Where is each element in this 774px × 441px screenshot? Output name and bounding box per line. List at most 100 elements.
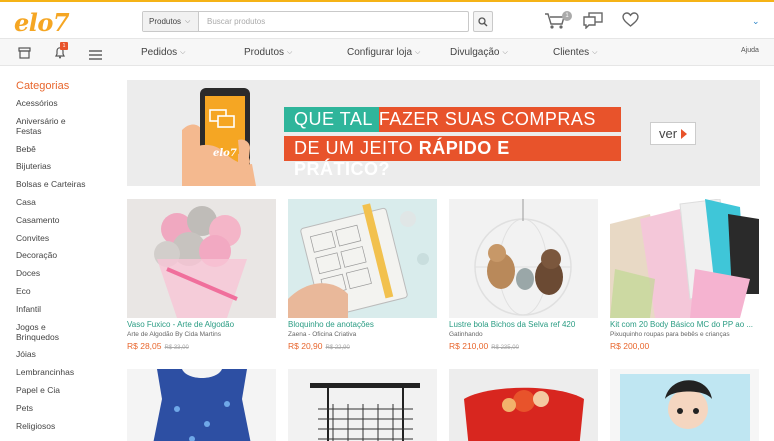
- nav-pedidos-label: Pedidos: [141, 47, 178, 58]
- notifications-count-badge: 1: [60, 42, 68, 50]
- elo7-logo[interactable]: elo7: [14, 8, 70, 37]
- search-button[interactable]: [473, 11, 493, 32]
- account-menu-chevron-icon[interactable]: ⌄: [752, 16, 760, 27]
- nav-clientes[interactable]: Clientes ⌵: [553, 47, 597, 58]
- phone-logo-text: elo7: [213, 148, 237, 159]
- chevron-down-icon: ⌵: [592, 48, 598, 56]
- product-shop[interactable]: Gatinhando: [449, 331, 598, 338]
- category-link[interactable]: Eco: [16, 286, 116, 296]
- hamburger-menu-icon: [89, 50, 102, 60]
- category-link[interactable]: Pets: [16, 403, 116, 413]
- product-card[interactable]: Bloquinho de anotações Zaena - Oficina C…: [288, 199, 437, 351]
- promo-banner[interactable]: elo7 QUE TAL FAZER SUAS COMPRAS DE UM JE…: [127, 80, 760, 186]
- nav-clientes-label: Clientes: [553, 47, 590, 58]
- categories-sidebar: Categorias Acessórios Aniversário e Fest…: [16, 80, 116, 438]
- messages-button[interactable]: [583, 12, 603, 34]
- category-link[interactable]: Aniversário e Festas: [16, 116, 76, 136]
- product-image[interactable]: [288, 199, 437, 318]
- heart-icon: [622, 12, 639, 27]
- category-link[interactable]: Jóias: [16, 349, 116, 359]
- product-image[interactable]: [127, 199, 276, 318]
- category-link[interactable]: Bijuterias: [16, 161, 116, 171]
- seller-nav-bar: 1 Pedidos ⌵ Produtos ⌵ Configurar loja ⌵ Di…: [0, 38, 774, 66]
- product-name[interactable]: Vaso Fuxico - Arte de Algodão: [127, 320, 276, 329]
- category-link[interactable]: Convites: [16, 233, 116, 243]
- product-photo-jungle-lamp: [449, 199, 598, 318]
- product-photo-cartoon-pillow: [610, 369, 759, 441]
- product-photo-flower-vase: [127, 199, 276, 318]
- nav-divulgacao-label: Divulgação: [450, 47, 500, 58]
- product-price-row: R$ 28,05 R$ 33,00: [127, 341, 276, 351]
- product-photo-wire-basket: [288, 369, 437, 441]
- search-bar: Produtos ⌵: [142, 11, 469, 32]
- category-link[interactable]: Doces: [16, 268, 116, 278]
- product-shop[interactable]: Zaena - Oficina Criativa: [288, 331, 437, 338]
- chevron-down-icon: ⌵: [180, 48, 186, 56]
- product-card[interactable]: Vaso Fuxico - Arte de Algodão Arte de Al…: [127, 199, 276, 351]
- search-category-select[interactable]: Produtos ⌵: [143, 12, 199, 31]
- search-icon: [478, 16, 488, 26]
- product-photo-baby-bodies: [610, 199, 759, 318]
- nav-configurar-loja[interactable]: Configurar loja ⌵: [347, 47, 420, 58]
- product-image[interactable]: [610, 199, 759, 318]
- category-link[interactable]: Bolsas e Carteiras: [16, 179, 116, 189]
- product-old-price: R$ 22,90: [325, 345, 350, 351]
- header: elo7 Produtos ⌵ 1 ⌄: [0, 2, 774, 38]
- banner-line-2: DE UM JEITO RÁPIDO E PRÁTICO?: [284, 136, 621, 179]
- store-button[interactable]: [18, 46, 31, 64]
- product-card[interactable]: Lustre bola Bichos da Selva ref 420 Gati…: [449, 199, 598, 351]
- product-image[interactable]: [288, 369, 437, 441]
- chevron-down-icon: ⌵: [502, 48, 508, 56]
- banner-line-1: QUE TAL FAZER SUAS COMPRAS: [284, 107, 621, 132]
- category-link[interactable]: Casa: [16, 197, 116, 207]
- product-image[interactable]: [449, 199, 598, 318]
- store-icon: [18, 47, 31, 59]
- product-shop[interactable]: Arte de Algodão By Cida Martins: [127, 331, 276, 338]
- product-price: R$ 28,05: [127, 341, 162, 351]
- product-price-row: R$ 20,90 R$ 22,90: [288, 341, 437, 351]
- product-name[interactable]: Kit com 20 Body Básico MC do PP ao ...: [610, 320, 759, 329]
- product-image[interactable]: [610, 369, 759, 441]
- banner-line-2-a: DE UM JEITO: [294, 138, 414, 158]
- search-input[interactable]: [199, 12, 468, 31]
- category-link[interactable]: Bebê: [16, 144, 116, 154]
- menu-button[interactable]: [89, 47, 102, 65]
- product-price-row: R$ 200,00: [610, 341, 759, 351]
- nav-produtos[interactable]: Produtos ⌵: [244, 47, 292, 58]
- sidebar-title: Categorias: [16, 80, 70, 92]
- favorites-button[interactable]: [622, 12, 639, 33]
- product-image[interactable]: [127, 369, 276, 441]
- product-card[interactable]: Kit com 20 Body Básico MC do PP ao ... P…: [610, 199, 759, 351]
- nav-produtos-label: Produtos: [244, 47, 285, 58]
- product-name[interactable]: Bloquinho de anotações: [288, 320, 437, 329]
- category-link[interactable]: Jogos e Brinquedos: [16, 322, 76, 342]
- chevron-down-icon: ⌵: [185, 17, 191, 25]
- category-link[interactable]: Decoração: [16, 250, 116, 260]
- nav-configurar-loja-label: Configurar loja: [347, 47, 413, 58]
- product-price: R$ 20,90: [288, 341, 323, 351]
- product-price: R$ 200,00: [610, 341, 650, 351]
- chat-icon: [583, 12, 603, 30]
- product-image[interactable]: [449, 369, 598, 441]
- category-link[interactable]: Lembrancinhas: [16, 367, 116, 377]
- category-link[interactable]: Casamento: [16, 215, 116, 225]
- product-price-row: R$ 210,00 R$ 235,00: [449, 341, 598, 351]
- category-link[interactable]: Papel e Cia: [16, 385, 116, 395]
- banner-cta-button[interactable]: ver: [650, 122, 696, 145]
- category-link[interactable]: Religiosos: [16, 421, 116, 431]
- nav-divulgacao[interactable]: Divulgação ⌵: [450, 47, 508, 58]
- banner-cta-label: ver: [658, 126, 678, 141]
- nav-pedidos[interactable]: Pedidos ⌵: [141, 47, 185, 58]
- cart-count-badge: 1: [562, 11, 572, 21]
- help-link[interactable]: Ajuda: [741, 47, 759, 54]
- product-photo-red-bag: [449, 369, 598, 441]
- banner-line-1-a: QUE TAL: [284, 107, 379, 132]
- product-shop[interactable]: Pixuquinho roupas para bebês e crianças: [610, 331, 759, 338]
- banner-line-1-b: FAZER SUAS COMPRAS: [378, 107, 621, 132]
- category-link[interactable]: Acessórios: [16, 98, 116, 108]
- product-name[interactable]: Lustre bola Bichos da Selva ref 420: [449, 320, 598, 329]
- product-photo-blue-dress: [127, 369, 276, 441]
- category-link[interactable]: Infantil: [16, 304, 116, 314]
- search-category-label: Produtos: [149, 17, 182, 26]
- product-price: R$ 210,00: [449, 341, 489, 351]
